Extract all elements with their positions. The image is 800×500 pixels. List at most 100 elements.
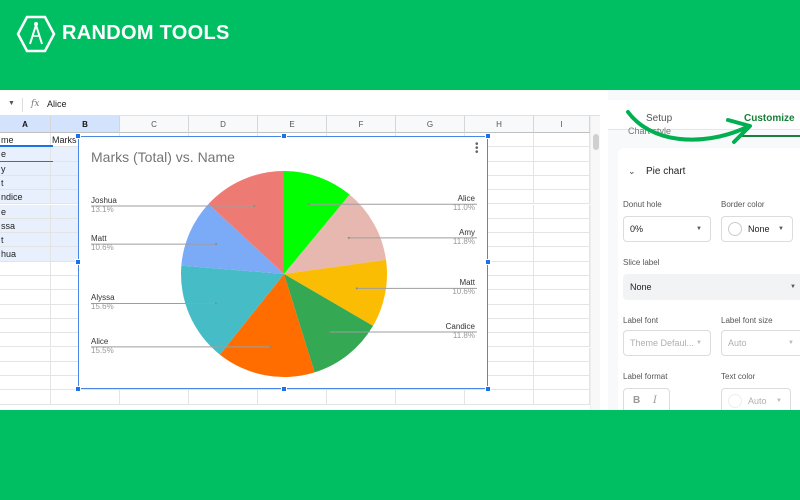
grid-cell[interactable]	[534, 247, 590, 261]
grid-cell[interactable]	[534, 347, 590, 361]
grid-cell[interactable]	[0, 361, 51, 376]
compass-hexagon-icon	[16, 15, 56, 53]
grid-cell[interactable]: y	[0, 161, 51, 175]
grid-cell[interactable]	[0, 304, 51, 318]
slice-label: Joshua 13.1%	[91, 196, 117, 214]
vertical-scrollbar[interactable]	[590, 116, 600, 410]
formula-bar: ▼ fx Alice	[0, 94, 600, 116]
scrollbar-thumb[interactable]	[593, 134, 599, 150]
grid-cell[interactable]	[189, 390, 258, 404]
dropdown-arrow-icon[interactable]: ▼	[8, 100, 15, 107]
grid-cell[interactable]	[534, 261, 590, 275]
border-color-select[interactable]: None ▼	[721, 216, 793, 242]
slice-label-percent: 15.5%	[91, 345, 114, 355]
label-font-label: Label font	[623, 316, 659, 325]
grid-cell[interactable]	[534, 175, 590, 190]
grid-cell[interactable]	[0, 347, 51, 361]
column-header-i[interactable]: I	[534, 116, 590, 133]
column-header-h[interactable]: H	[465, 116, 534, 133]
column-header-g[interactable]: G	[396, 116, 465, 133]
column-header-a[interactable]: A	[0, 116, 51, 133]
column-header-d[interactable]: D	[189, 116, 258, 133]
grid-cell[interactable]: hua	[0, 247, 51, 261]
grid-cell[interactable]	[534, 161, 590, 175]
label-font-select[interactable]: Theme Defaul... ▼	[623, 330, 711, 356]
label-format-label: Label format	[623, 372, 668, 381]
label-font-size-select[interactable]: Auto ▼	[721, 330, 800, 356]
grid-cell[interactable]	[534, 318, 590, 333]
dropdown-caret-icon: ▼	[696, 340, 702, 346]
bold-button[interactable]: B	[633, 395, 640, 406]
grid-cell[interactable]: me	[0, 133, 51, 147]
grid-cell[interactable]	[120, 390, 189, 404]
leader-dot	[355, 287, 358, 290]
grid-cell[interactable]	[465, 390, 534, 404]
label-font-size-label: Label font size	[721, 316, 773, 325]
grid-cell[interactable]	[258, 390, 327, 404]
tab-setup[interactable]: Setup	[646, 113, 672, 124]
grid-cell[interactable]	[0, 318, 51, 333]
slice-label: Candice 11.8%	[446, 322, 475, 340]
grid-cell[interactable]	[534, 133, 590, 147]
column-header-f[interactable]: F	[327, 116, 396, 133]
tab-customize[interactable]: Customize	[744, 113, 795, 124]
grid-cell[interactable]	[0, 290, 51, 304]
grid-cell[interactable]	[0, 261, 51, 275]
grid-cell[interactable]: t	[0, 233, 51, 247]
grid-cell[interactable]	[534, 333, 590, 347]
italic-button[interactable]: I	[653, 395, 657, 406]
grid-cell[interactable]	[534, 390, 590, 404]
slice-label-percent: 10.6%	[452, 287, 475, 297]
slice-label-name: Alice	[457, 194, 475, 204]
slice-label: Matt 10.6%	[91, 234, 114, 252]
column-header-b[interactable]: B	[51, 116, 120, 133]
column-header-c[interactable]: C	[120, 116, 189, 133]
formula-input[interactable]: Alice	[47, 99, 67, 109]
slice-label: Alyssa 15.6%	[91, 293, 115, 311]
grid-cell[interactable]	[327, 390, 396, 404]
grid-cell[interactable]	[534, 204, 590, 218]
label-format-toolbar: B I	[623, 388, 670, 410]
donut-hole-label: Donut hole	[623, 200, 662, 209]
slice-label-percent: 11.8%	[452, 236, 475, 246]
slice-label-name: Amy	[459, 227, 475, 237]
leader-dot	[215, 243, 218, 246]
grid-cell[interactable]	[534, 276, 590, 290]
slice-label-percent: 11.0%	[452, 203, 475, 213]
text-color-label: Text color	[721, 372, 756, 381]
text-color-select[interactable]: Auto ▼	[721, 388, 791, 410]
grid-cell[interactable]	[534, 147, 590, 161]
section-chart-style[interactable]: Chart style	[628, 126, 671, 136]
pie-chart[interactable]: Marks (Total) vs. Name • • • Alice 11.0% Amy…	[75, 133, 491, 392]
leader-dot	[347, 236, 350, 239]
pie-chart-section: ⌄ Pie chart Donut hole 0% ▼ Border color…	[618, 148, 800, 410]
grid-cell[interactable]	[534, 376, 590, 390]
section-pie-chart[interactable]: ⌄ Pie chart	[628, 166, 685, 177]
grid-row	[0, 390, 595, 405]
grid-cell[interactable]	[534, 361, 590, 376]
column-header-e[interactable]: E	[258, 116, 327, 133]
grid-cell[interactable]	[534, 304, 590, 318]
grid-cell[interactable]	[0, 376, 51, 390]
slice-label-percent: 10.6%	[91, 243, 114, 253]
dropdown-caret-icon: ▼	[778, 226, 784, 232]
grid-cell[interactable]	[534, 218, 590, 233]
grid-cell[interactable]	[534, 290, 590, 304]
grid-cell[interactable]: e	[0, 145, 53, 163]
brand-banner: RANDOM TOOLS	[0, 0, 800, 88]
grid-cell[interactable]: e	[0, 204, 51, 218]
grid-cell[interactable]	[51, 390, 120, 404]
pie-plot	[91, 171, 477, 377]
slice-label-select[interactable]: None ▼	[623, 274, 800, 300]
active-tab-indicator	[738, 135, 800, 137]
grid-cell[interactable]: ssa	[0, 218, 51, 233]
grid-cell[interactable]	[0, 390, 51, 404]
grid-cell[interactable]	[0, 276, 51, 290]
grid-cell[interactable]: ndice	[0, 190, 51, 204]
donut-hole-select[interactable]: 0% ▼	[623, 216, 711, 242]
grid-cell[interactable]	[534, 190, 590, 204]
grid-cell[interactable]: t	[0, 175, 51, 190]
grid-cell[interactable]	[396, 390, 465, 404]
grid-cell[interactable]	[534, 233, 590, 247]
grid-cell[interactable]	[0, 333, 51, 347]
